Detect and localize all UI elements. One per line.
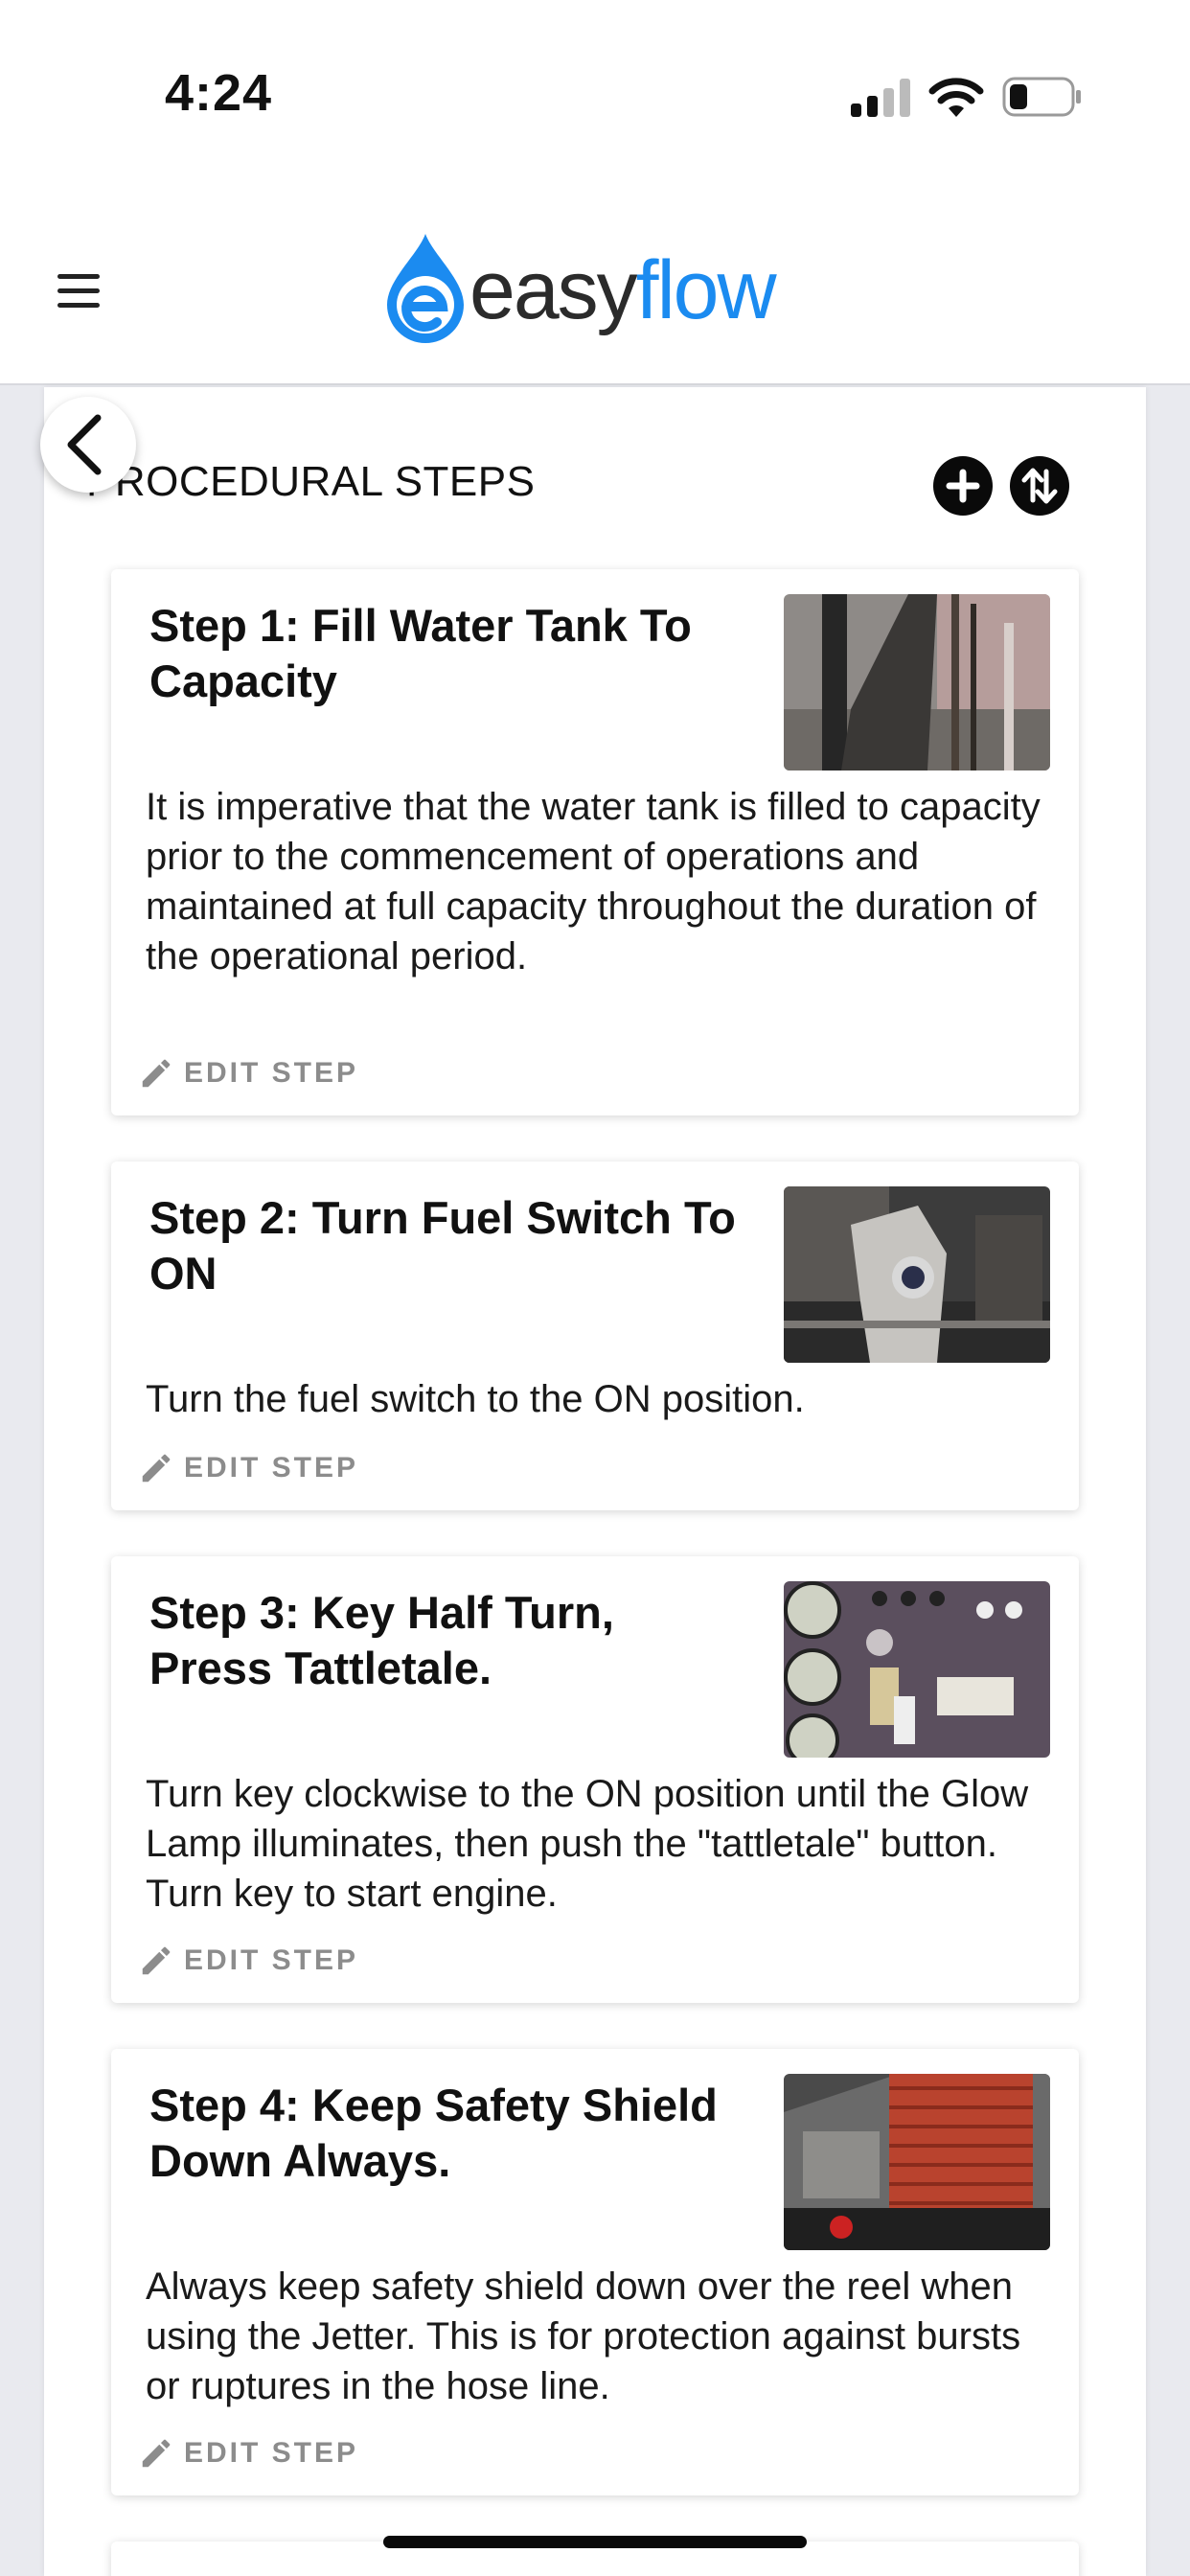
step-card[interactable]: Step 3: Key Half Turn, Press Tattletale.… (111, 1556, 1079, 2003)
step-title: Step 1: Fill Water Tank To Capacity (149, 600, 692, 706)
fuel-switch-photo (784, 1186, 1050, 1363)
edit-step-label: EDIT STEP (184, 1452, 359, 1484)
hose-reel-photo (784, 2074, 1050, 2250)
water-drop-icon (387, 234, 464, 343)
step-photo[interactable] (784, 594, 1050, 770)
step-description: Turn the fuel switch to the ON position. (146, 1378, 805, 1420)
status-time: 4:24 (165, 64, 273, 122)
home-indicator (383, 2536, 807, 2548)
step-card[interactable]: Step 2: Turn Fuel Switch To ON Turn the … (111, 1162, 1079, 1510)
edit-step-button[interactable]: EDIT STEP (138, 1052, 358, 1094)
step-title: Step 4: Keep Safety Shield Down Always. (149, 2080, 718, 2186)
step-photo[interactable] (784, 1186, 1050, 1363)
plus-icon (946, 469, 980, 503)
section-title: PROCEDURAL STEPS (86, 458, 536, 505)
pencil-icon (142, 1059, 171, 1088)
step-title: Step 3: Key Half Turn, Press Tattletale. (149, 1587, 614, 1693)
pencil-icon (142, 1454, 171, 1483)
step-description: Always keep safety shield down over the … (146, 2266, 1021, 2407)
step-photo[interactable] (784, 1581, 1050, 1758)
step-card[interactable]: Step 4: Keep Safety Shield Down Always. … (111, 2049, 1079, 2496)
add-step-button[interactable] (933, 456, 993, 516)
edit-step-label: EDIT STEP (184, 1944, 359, 1976)
step-description: Turn key clockwise to the ON position un… (146, 1773, 1029, 1915)
wifi-icon (928, 78, 984, 117)
app-header: easyflow (0, 182, 1190, 385)
step-card[interactable]: Step 1: Fill Water Tank To Capacity It i… (111, 569, 1079, 1116)
battery-icon (1002, 77, 1081, 117)
edit-step-button[interactable]: EDIT STEP (138, 1940, 358, 1982)
reorder-steps-button[interactable] (1010, 456, 1069, 516)
back-button[interactable] (40, 397, 136, 493)
pencil-icon (142, 1946, 171, 1975)
logo-wordmark: easyflow (469, 244, 777, 336)
pencil-icon (142, 2439, 171, 2468)
easyflow-logo: easyflow (379, 230, 811, 345)
edit-step-button[interactable]: EDIT STEP (138, 1447, 358, 1489)
sort-arrows-icon (1021, 468, 1058, 504)
status-bar: 4:24 (0, 0, 1190, 182)
chevron-left-icon (67, 414, 102, 475)
edit-step-button[interactable]: EDIT STEP (138, 2432, 358, 2474)
control-panel-photo (784, 1581, 1050, 1758)
step-photo[interactable] (784, 2074, 1050, 2250)
step-title: Step 2: Turn Fuel Switch To ON (149, 1192, 736, 1299)
step-description: It is imperative that the water tank is … (146, 786, 1041, 978)
edit-step-label: EDIT STEP (184, 1057, 359, 1089)
water-tank-photo (784, 594, 1050, 770)
hamburger-menu-icon[interactable] (52, 270, 105, 312)
edit-step-label: EDIT STEP (184, 2437, 359, 2469)
cellular-signal-icon (851, 79, 910, 117)
